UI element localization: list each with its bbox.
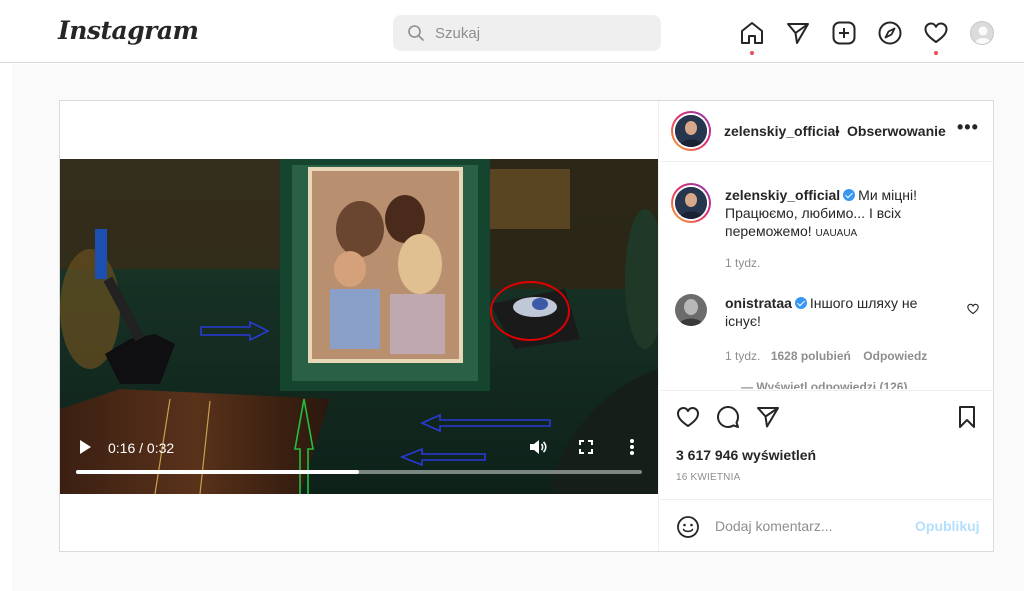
home-icon[interactable]: [739, 20, 765, 46]
post-side-panel: zelenskiy_official • Obserwowanie ••• ze…: [660, 101, 994, 551]
header-separator: •: [835, 123, 840, 139]
save-bookmark-icon[interactable]: [955, 405, 979, 429]
like-heart-icon[interactable]: [676, 405, 700, 429]
caption-author-photo: [675, 187, 707, 219]
follow-status-button[interactable]: Obserwowanie: [847, 123, 946, 139]
author-avatar[interactable]: [671, 111, 711, 151]
commenter-photo: [675, 294, 707, 326]
post-actions: 3 617 946 wyświetleń 16 KWIETNIA: [660, 390, 994, 500]
instagram-logo[interactable]: Instagram: [58, 16, 199, 45]
caption-time[interactable]: 1 tydz.: [725, 256, 760, 270]
home-notification-dot: [750, 51, 754, 55]
default-avatar-icon: [975, 26, 991, 44]
video-time: 0:16 / 0:32: [108, 440, 175, 456]
commenter-verified-badge-icon: [794, 297, 807, 309]
publish-comment-button[interactable]: Opublikuj: [915, 518, 980, 534]
search-icon: [408, 25, 424, 41]
comment-input[interactable]: [715, 514, 915, 538]
play-icon[interactable]: [78, 439, 92, 455]
caption-flag-tag: UAUAUA: [815, 228, 858, 239]
video-player[interactable]: 0:16 / 0:32: [60, 159, 658, 494]
comment-icon[interactable]: [716, 405, 740, 429]
view-count[interactable]: 3 617 946 wyświetleń: [676, 447, 816, 463]
search-input[interactable]: [435, 15, 645, 51]
video-more-options-icon[interactable]: [629, 438, 635, 456]
search-box[interactable]: [393, 15, 661, 51]
comment-like-heart-icon[interactable]: [967, 303, 979, 315]
comment-time[interactable]: 1 tydz.: [725, 349, 760, 363]
comment-likes[interactable]: 1628 polubień: [771, 349, 851, 363]
caption-username[interactable]: zelenskiy_official: [725, 187, 840, 203]
profile-avatar[interactable]: [970, 21, 994, 45]
post-header: zelenskiy_official • Obserwowanie •••: [660, 101, 994, 162]
new-post-icon[interactable]: [831, 20, 857, 46]
view-replies-button[interactable]: — Wyświetl odpowiedzi (126): [741, 380, 907, 389]
activity-notification-dot: [934, 51, 938, 55]
caption-author-avatar[interactable]: [671, 183, 711, 223]
emoji-icon[interactable]: [676, 515, 700, 539]
caption: zelenskiy_official Ми міцні! Працюємо, лю…: [725, 186, 955, 243]
comments-section: zelenskiy_official Ми міцні! Працюємо, лю…: [660, 163, 994, 389]
add-comment-bar: Opublikuj: [660, 499, 994, 551]
explore-icon[interactable]: [877, 20, 903, 46]
more-options-button[interactable]: •••: [957, 117, 979, 138]
post-card: 0:16 / 0:32 zelenskiy_official • Obserwo…: [59, 100, 994, 552]
video-progress-bar[interactable]: [76, 470, 642, 474]
post-date[interactable]: 16 KWIETNIA: [676, 472, 740, 483]
comment-meta: 1 tydz. 1628 polubień Odpowiedz: [725, 347, 927, 365]
verified-badge-icon: [843, 189, 856, 201]
author-photo: [675, 115, 707, 147]
activity-heart-icon[interactable]: [923, 20, 949, 46]
reply-button[interactable]: Odpowiedz: [863, 349, 927, 363]
top-navigation-bar: Instagram: [0, 0, 1024, 63]
fullscreen-icon[interactable]: [579, 440, 593, 454]
post-media: 0:16 / 0:32: [60, 101, 659, 551]
share-icon[interactable]: [756, 405, 780, 429]
volume-icon[interactable]: [528, 438, 548, 456]
direct-icon[interactable]: [785, 20, 811, 46]
commenter-avatar[interactable]: [675, 294, 707, 326]
video-progress-fill: [76, 470, 359, 474]
author-username[interactable]: zelenskiy_official: [724, 123, 839, 139]
commenter-username[interactable]: onistrataa: [725, 295, 792, 311]
comment-body: onistrataa Іншого шляху не існує!: [725, 294, 940, 330]
